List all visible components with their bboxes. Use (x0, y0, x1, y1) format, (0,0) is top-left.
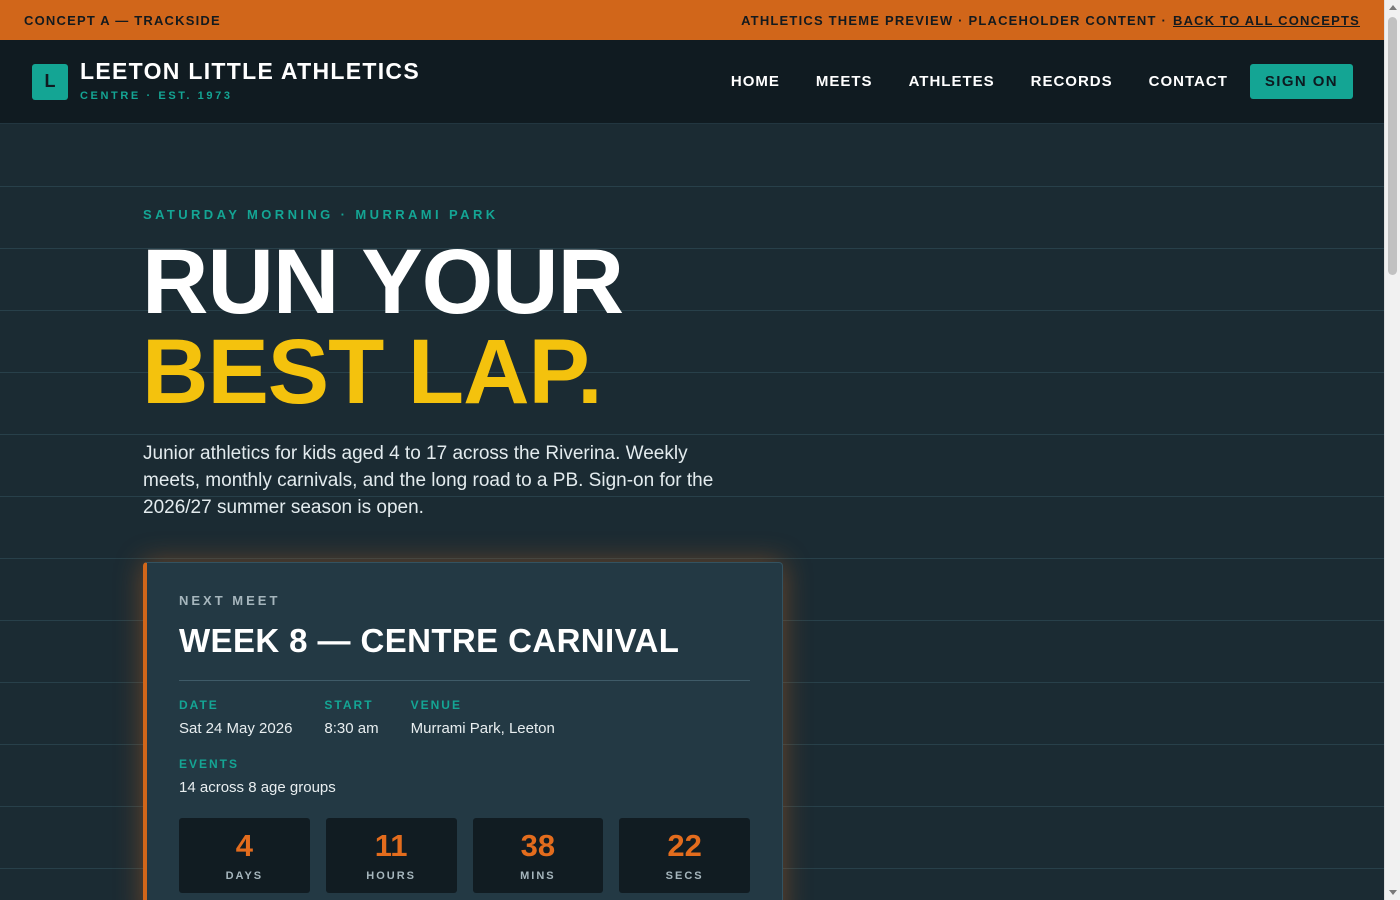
nav-meets[interactable]: MEETS (816, 73, 873, 90)
fact-label: START (324, 698, 374, 712)
fact-label: EVENTS (179, 757, 240, 771)
countdown-unit: MINS (520, 869, 556, 882)
countdown-value: 11 (374, 827, 408, 863)
nav-records[interactable]: RECORDS (1031, 73, 1113, 90)
fact-venue: VENUE Murrami Park, Leeton (411, 698, 555, 737)
countdown-unit: SECS (665, 869, 704, 882)
countdown-value: 22 (667, 827, 702, 863)
fact-value: Murrami Park, Leeton (410, 720, 555, 737)
page-scrollbar[interactable] (1384, 0, 1400, 900)
countdown-unit: DAYS (225, 869, 264, 882)
back-to-concepts-link[interactable]: BACK TO ALL CONCEPTS (1173, 13, 1360, 28)
fact-date: DATE Sat 24 May 2026 (179, 698, 292, 737)
fact-start: START 8:30 am (324, 698, 378, 737)
next-meet-card: NEXT MEET WEEK 8 — CENTRE CARNIVAL DATE … (143, 562, 783, 900)
fact-label: DATE (179, 698, 219, 712)
main-menu: HOME MEETS ATHLETES RECORDS CONTACT SIGN… (731, 64, 1353, 99)
countdown-value: 4 (235, 827, 253, 863)
sign-on-button[interactable]: SIGN ON (1249, 64, 1353, 99)
brand-home-link[interactable]: L LEETON LITTLE ATHLETICS CENTRE · EST. … (32, 58, 420, 102)
site-subtitle: CENTRE · EST. 1973 (80, 89, 233, 102)
nav-contact[interactable]: CONTACT (1149, 73, 1228, 90)
concept-label: CONCEPT A — TRACKSIDE (24, 12, 221, 28)
banner-right: ATHLETICS THEME PREVIEW · PLACEHOLDER CO… (741, 13, 1360, 28)
countdown-mins: 38 MINS (472, 818, 604, 893)
fact-events: EVENTS 14 across 8 age groups (179, 757, 750, 796)
logo-icon: L (32, 63, 68, 100)
fact-value: Sat 24 May 2026 (179, 720, 293, 737)
next-meet-title: WEEK 8 — CENTRE CARNIVAL (179, 622, 750, 681)
countdown-unit: HOURS (366, 869, 416, 882)
concept-banner: CONCEPT A — TRACKSIDE ATHLETICS THEME PR… (0, 0, 1384, 40)
countdown-value: 38 (520, 827, 556, 863)
scrollbar-thumb[interactable] (1388, 17, 1397, 275)
countdown-secs: 22 SECS (619, 818, 750, 893)
brand-text: LEETON LITTLE ATHLETICS CENTRE · EST. 19… (80, 58, 420, 102)
fact-value: 8:30 am (324, 720, 379, 737)
hero-section: SATURDAY MORNING · MURRAMI PARK RUN YOUR… (0, 125, 1384, 900)
countdown-timer: 4 DAYS 11 HOURS 38 MINS 22 SECS (179, 818, 750, 893)
nav-home[interactable]: HOME (731, 73, 780, 90)
hero-kicker: SATURDAY MORNING · MURRAMI PARK (143, 207, 499, 222)
headline-line-1: RUN YOUR (142, 231, 624, 333)
headline-line-2: BEST LAP. (142, 321, 603, 423)
hero-headline: RUN YOUR BEST LAP. (142, 231, 624, 423)
hero-lede: Junior athletics for kids aged 4 to 17 a… (143, 443, 714, 518)
scroll-up-arrow-icon[interactable] (1389, 5, 1397, 10)
preview-note: ATHLETICS THEME PREVIEW · PLACEHOLDER CO… (741, 12, 1167, 28)
countdown-days: 4 DAYS (179, 818, 310, 893)
countdown-hours: 11 HOURS (325, 818, 457, 893)
meet-facts: DATE Sat 24 May 2026 START 8:30 am VENUE… (179, 698, 750, 737)
site-title: LEETON LITTLE ATHLETICS (80, 57, 420, 84)
scroll-down-arrow-icon[interactable] (1389, 890, 1397, 895)
nav-athletes[interactable]: ATHLETES (909, 73, 995, 90)
fact-label: VENUE (410, 698, 462, 712)
next-meet-kicker: NEXT MEET (179, 593, 281, 608)
site-header: L LEETON LITTLE ATHLETICS CENTRE · EST. … (0, 40, 1384, 124)
fact-value: 14 across 8 age groups (179, 779, 336, 796)
